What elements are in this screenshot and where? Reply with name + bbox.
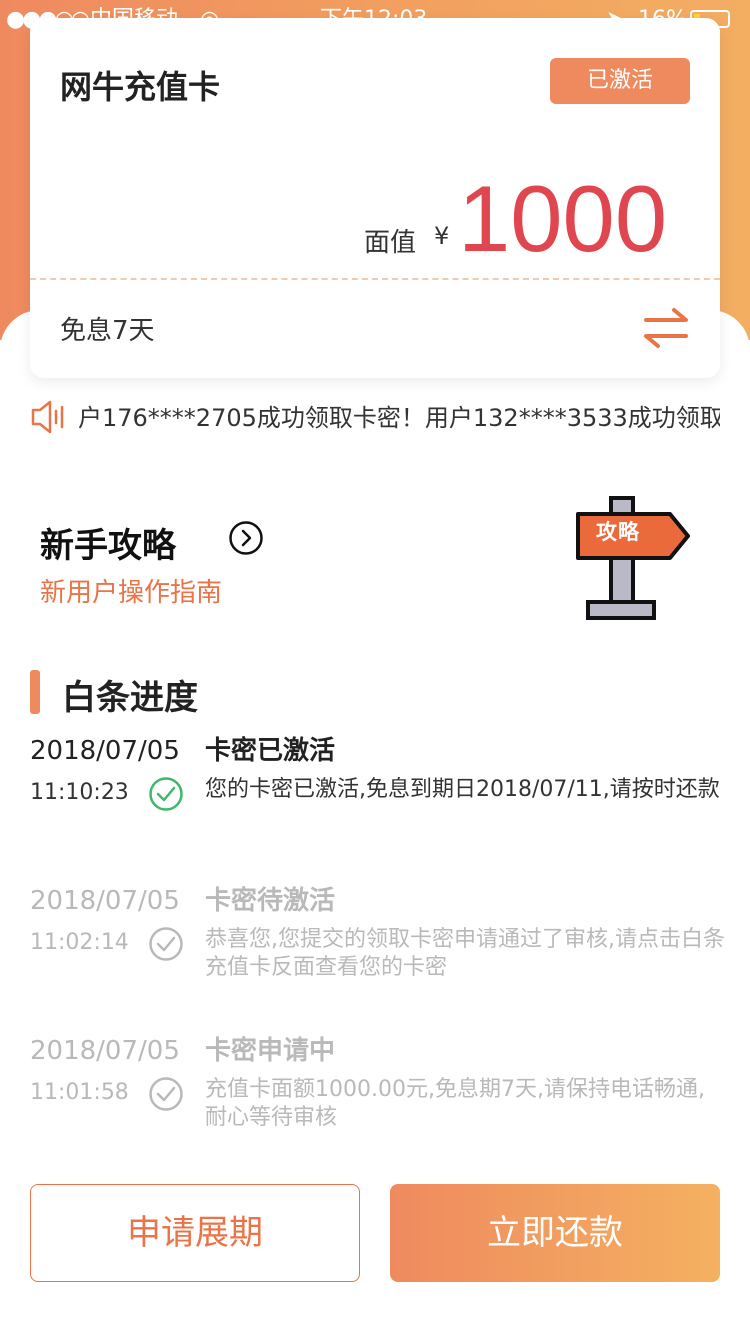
step-time: 11:10:23 — [30, 780, 129, 805]
guide-title[interactable]: 新手攻略 — [40, 518, 176, 567]
sign-label: 攻略 — [596, 520, 640, 544]
progress-step: 2018/07/05 11:01:58 卡密申请中 充值卡面额1000.00元,… — [0, 1034, 750, 1184]
check-circle-icon — [149, 1077, 183, 1111]
step-description: 恭喜您,您提交的领取卡密申请通过了审核,请点击白条充值卡反面查看您的卡密 — [205, 927, 725, 980]
progress-step: 2018/07/05 11:10:23 卡密已激活 您的卡密已激活,免息到期日2… — [0, 734, 750, 884]
step-status: 卡密已激活 — [205, 736, 336, 766]
step-date: 2018/07/05 — [30, 886, 180, 916]
card-divider — [30, 278, 720, 280]
step-status: 卡密申请中 — [205, 1036, 336, 1066]
progress-step: 2018/07/05 11:02:14 卡密待激活 恭喜您,您提交的领取卡密申请… — [0, 884, 750, 1034]
step-status: 卡密待激活 — [205, 886, 336, 916]
repay-now-button[interactable]: 立即还款 — [390, 1184, 720, 1282]
speaker-icon — [31, 400, 64, 434]
face-value-amount: 1000 — [458, 166, 668, 271]
guide-subtitle[interactable]: 新用户操作指南 — [40, 572, 222, 609]
status-badge: 已激活 — [550, 58, 690, 104]
swap-arrows-icon[interactable] — [642, 306, 690, 350]
progress-title: 白条进度 — [62, 678, 198, 718]
check-circle-icon — [149, 777, 183, 811]
step-date: 2018/07/05 — [30, 736, 180, 766]
notice-bar: 户176****2705成功领取卡密！用户132****3533成功领取卡密！ — [30, 398, 720, 438]
step-description: 您的卡密已激活,免息到期日2018/07/11,请按时还款 — [205, 777, 720, 802]
recharge-card[interactable]: 网牛充值卡 已激活 面值 ¥ 1000 免息7天 — [30, 18, 720, 378]
card-title: 网牛充值卡 — [60, 68, 221, 106]
notice-marquee-text: 户176****2705成功领取卡密！用户132****3533成功领取卡密！ — [78, 404, 720, 432]
signpost-icon[interactable]: 攻略 — [570, 492, 694, 624]
apply-extension-button[interactable]: 申请展期 — [30, 1184, 360, 1282]
step-description: 充值卡面额1000.00元,免息期7天,请保持电话畅通,耐心等待审核 — [205, 1077, 705, 1130]
currency-symbol: ¥ — [434, 222, 450, 250]
step-time: 11:01:58 — [30, 1080, 129, 1105]
check-circle-icon — [149, 927, 183, 961]
section-accent-bar — [30, 670, 40, 714]
step-date: 2018/07/05 — [30, 1036, 180, 1066]
interest-free-term: 免息7天 — [60, 316, 155, 346]
step-time: 11:02:14 — [30, 930, 129, 955]
face-value-label: 面值 — [364, 228, 417, 258]
circle-chevron-right-icon[interactable] — [228, 520, 264, 556]
